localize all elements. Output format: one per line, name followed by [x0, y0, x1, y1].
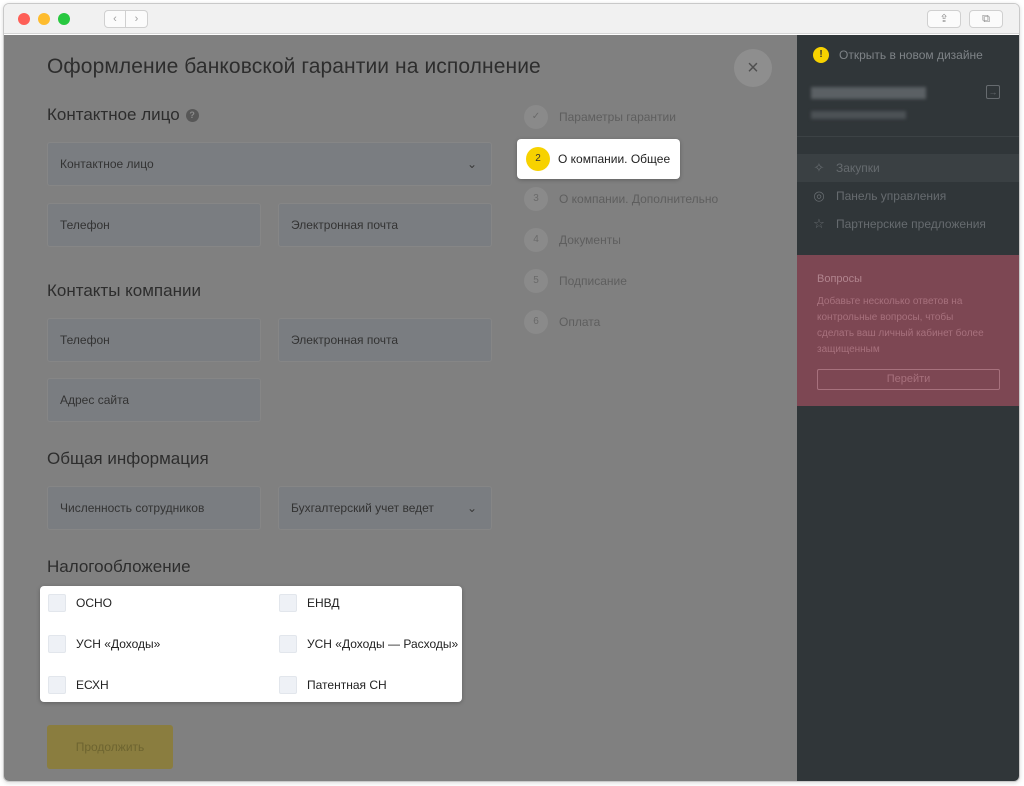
- close-icon[interactable]: ×: [734, 49, 772, 87]
- tax-option-label: ОСНО: [76, 596, 112, 610]
- contact-person-title: Контактное лицо?: [47, 105, 199, 125]
- step-item-signing[interactable]: 5 Подписание: [524, 269, 784, 293]
- sidebar-item-partner-offers[interactable]: ☆ Партнерские предложения: [797, 210, 1019, 238]
- contact-email-input[interactable]: Электронная почта: [278, 203, 492, 247]
- tax-option-label: УСН «Доходы»: [76, 637, 161, 651]
- main-area: Оформление банковской гарантии на исполн…: [4, 35, 797, 781]
- checkbox[interactable]: [279, 676, 297, 694]
- checkbox[interactable]: [48, 635, 66, 653]
- step-number: 5: [524, 269, 548, 293]
- tabs-icon[interactable]: ⧉: [969, 10, 1003, 28]
- forward-button[interactable]: ›: [126, 10, 148, 28]
- step-label: Оплата: [559, 315, 601, 329]
- company-site-input[interactable]: Адрес сайта: [47, 378, 261, 422]
- contact-person-select[interactable]: Контактное лицо ⌄: [47, 142, 492, 186]
- chevron-down-icon: ⌄: [466, 501, 477, 515]
- general-info-title: Общая информация: [47, 449, 209, 468]
- contact-person-select-placeholder: Контактное лицо: [60, 157, 154, 171]
- checkbox[interactable]: [279, 635, 297, 653]
- step-number: 2: [526, 147, 550, 171]
- security-questions-card: Вопросы Добавьте несколько ответов на ко…: [797, 255, 1019, 406]
- accounting-select-placeholder: Бухгалтерский учет ведет: [291, 501, 434, 515]
- sidebar-item-dashboard[interactable]: ◎ Панель управления: [797, 182, 1019, 210]
- employees-input[interactable]: Численность сотрудников: [47, 486, 261, 530]
- sidebar-item-label: Партнерские предложения: [836, 217, 986, 231]
- back-button[interactable]: ‹: [104, 10, 126, 28]
- help-icon[interactable]: ?: [185, 109, 199, 122]
- step-item-company-general[interactable]: 2 О компании. Общее: [517, 139, 680, 179]
- open-new-design-label: Открыть в новом дизайне: [839, 48, 983, 62]
- step-label: Подписание: [559, 274, 627, 288]
- taxation-title: Налогообложение: [47, 557, 191, 576]
- sidebar-item-purchases[interactable]: ✧ Закупки: [797, 154, 1019, 182]
- page-title: Оформление банковской гарантии на исполн…: [47, 55, 541, 78]
- browser-window: ‹ › ⇪ ⧉ Оформление банковской гарантии н…: [3, 3, 1020, 782]
- check-icon: ✓: [524, 105, 548, 129]
- warning-icon: !: [813, 47, 829, 63]
- checkbox[interactable]: [48, 594, 66, 612]
- questions-title: Вопросы: [817, 273, 863, 285]
- sidebar: ! Открыть в новом дизайне → ✧ Закупки ◎ …: [797, 35, 1019, 781]
- navigation-buttons: ‹ ›: [104, 10, 148, 28]
- company-phone-input[interactable]: Телефон: [47, 318, 261, 362]
- tax-option-label: Патентная СН: [307, 678, 387, 692]
- checkbox[interactable]: [279, 594, 297, 612]
- purchases-icon: ✧: [813, 160, 825, 175]
- step-number: 3: [524, 187, 548, 211]
- step-item-company-extra[interactable]: 3 О компании. Дополнительно: [524, 187, 784, 211]
- checkbox[interactable]: [48, 676, 66, 694]
- sidebar-item-label: Закупки: [836, 161, 880, 175]
- company-email-input[interactable]: Электронная почта: [278, 318, 492, 362]
- step-number: 4: [524, 228, 548, 252]
- maximize-window-button[interactable]: [58, 13, 70, 25]
- close-window-button[interactable]: [18, 13, 30, 25]
- star-icon: ☆: [813, 216, 825, 231]
- step-item-guarantee-params[interactable]: ✓ Параметры гарантии: [524, 105, 784, 129]
- step-label: О компании. Общее: [558, 152, 671, 166]
- sidebar-divider: [797, 136, 1019, 137]
- page-content: Оформление банковской гарантии на исполн…: [4, 35, 1019, 781]
- contact-person-title-text: Контактное лицо: [47, 105, 180, 124]
- step-label: О компании. Дополнительно: [559, 192, 719, 206]
- step-item-payment[interactable]: 6 Оплата: [524, 310, 784, 334]
- go-button[interactable]: Перейти: [817, 369, 1000, 390]
- user-name-blurred: [811, 87, 926, 99]
- logout-icon[interactable]: →: [986, 85, 1000, 99]
- share-icon[interactable]: ⇪: [927, 10, 961, 28]
- sidebar-item-label: Панель управления: [836, 189, 947, 203]
- step-item-documents[interactable]: 4 Документы: [524, 228, 784, 252]
- user-company-blurred: [811, 111, 906, 119]
- dashboard-icon: ◎: [813, 188, 825, 203]
- step-label: Параметры гарантии: [559, 110, 676, 124]
- tax-option-label: ЕСХН: [76, 678, 109, 692]
- chevron-down-icon: ⌄: [466, 157, 477, 171]
- title-bar: ‹ › ⇪ ⧉: [4, 4, 1019, 34]
- step-label: Документы: [559, 233, 621, 247]
- tax-option-label: ЕНВД: [307, 596, 340, 610]
- taxation-panel: ОСНО ЕНВД УСН «Доходы» УСН «Доходы — Рас…: [40, 586, 462, 702]
- minimize-window-button[interactable]: [38, 13, 50, 25]
- step-number: 6: [524, 310, 548, 334]
- tax-option-label: УСН «Доходы — Расходы»: [307, 637, 459, 651]
- accounting-select[interactable]: Бухгалтерский учет ведет ⌄: [278, 486, 492, 530]
- contact-phone-input[interactable]: Телефон: [47, 203, 261, 247]
- questions-text: Добавьте несколько ответов на контрольны…: [817, 296, 984, 355]
- continue-button[interactable]: Продолжить: [47, 725, 173, 769]
- company-contacts-title: Контакты компании: [47, 281, 201, 300]
